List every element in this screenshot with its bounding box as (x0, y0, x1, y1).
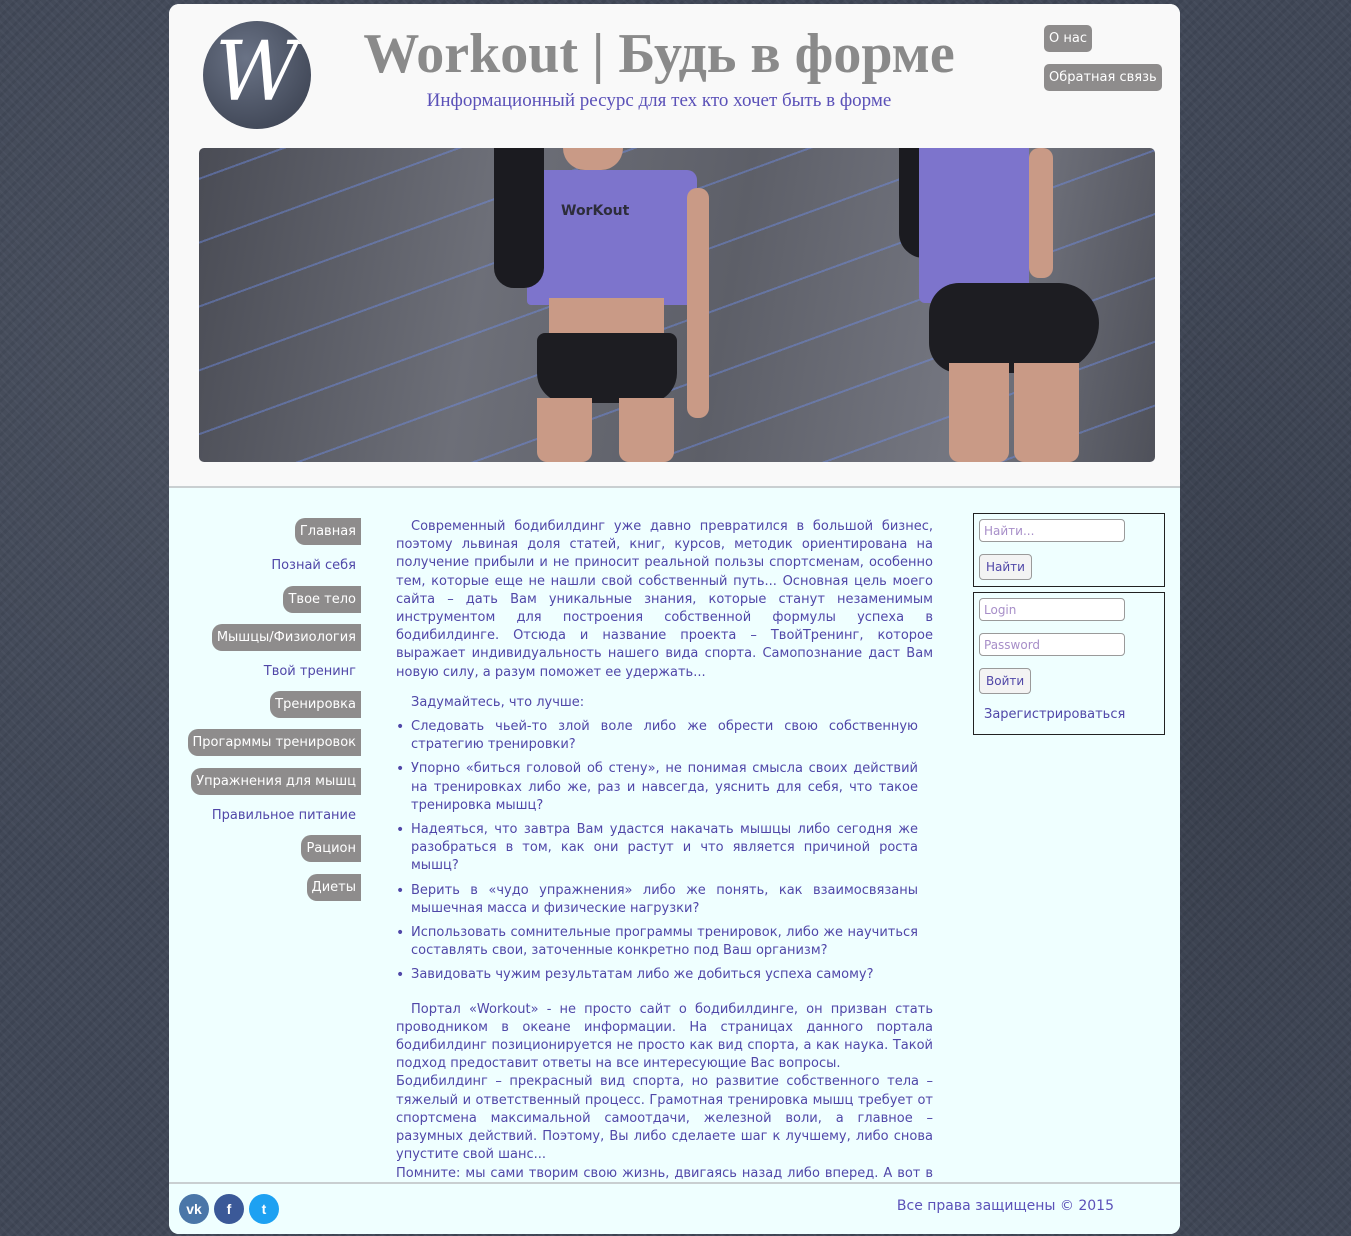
search-input[interactable]: Найти... (979, 519, 1125, 542)
nav-item-workout[interactable]: Тренировка (270, 691, 361, 718)
nav-item-your-training[interactable]: Твой тренинг (259, 658, 361, 685)
search-button[interactable]: Найти (979, 554, 1032, 580)
nav-item-exercises[interactable]: Упражнения для мышц (191, 768, 361, 795)
nav-item-muscles[interactable]: Мышцы/Физиология (211, 624, 361, 651)
vk-icon[interactable]: vk (179, 1194, 209, 1224)
banner-figure-left: WorKout (494, 148, 729, 462)
bullet-list: Следовать чьей-то злой воле либо же обре… (396, 718, 933, 985)
copyright-text: Все права защищены © 2015 (896, 1198, 1114, 1214)
list-item: Верить в «чудо упражнения» либо же понят… (396, 882, 918, 918)
login-box: Login Password Войти Зарегистрироваться (973, 592, 1165, 735)
search-box: Найти... Найти (973, 513, 1165, 587)
about-button[interactable]: О нас (1044, 25, 1092, 52)
list-item: Упорно «биться головой об стену», не пон… (396, 760, 918, 815)
nav-item-programs[interactable]: Прогарммы тренировок (187, 729, 361, 756)
outro-paragraph-1: Портал «Workout» - не просто сайт о боди… (396, 1001, 933, 1072)
header: W Workout | Будь в форме Информационный … (169, 4, 1180, 488)
main-content: Современный бодибилдинг уже давно превра… (396, 518, 933, 1201)
site-title: Workout | Будь в форме (363, 23, 955, 85)
outro-paragraph-2: Бодибилдинг – прекрасный вид спорта, но … (396, 1074, 933, 1163)
site-subtitle: Информационный ресурс для тех кто хочет … (426, 90, 892, 111)
nav-item-diets[interactable]: Диеты (306, 874, 361, 901)
register-link[interactable]: Зарегистрироваться (984, 707, 1125, 722)
question-text: Задумайтесь, что лучше: (411, 694, 585, 710)
footer: vk f t Все права защищены © 2015 (169, 1182, 1180, 1234)
list-item: Завидовать чужим результатам либо же доб… (396, 966, 918, 984)
page-container: W Workout | Будь в форме Информационный … (169, 4, 1180, 1234)
login-field[interactable]: Login (979, 598, 1125, 621)
list-item: Надеяться, что завтра Вам удастся накача… (396, 821, 918, 876)
hero-banner: WorKout (199, 148, 1155, 462)
feedback-button[interactable]: Обратная связь (1044, 64, 1162, 91)
banner-figure-right (889, 148, 1099, 462)
password-field[interactable]: Password (979, 633, 1125, 656)
nav-item-home[interactable]: Главная (294, 518, 361, 545)
nav-item-know-yourself[interactable]: Познай себя (266, 552, 361, 579)
list-item: Следовать чьей-то злой воле либо же обре… (396, 718, 918, 754)
login-button[interactable]: Войти (979, 668, 1032, 694)
facebook-icon[interactable]: f (214, 1194, 244, 1224)
site-logo[interactable]: W (203, 21, 311, 129)
nav-item-your-body[interactable]: Твое тело (283, 586, 361, 613)
list-item: Использовать сомнительные программы трен… (396, 924, 918, 960)
shirt-print: WorKout (561, 203, 630, 219)
nav-item-nutrition[interactable]: Правильное питание (207, 802, 361, 829)
twitter-icon[interactable]: t (249, 1194, 279, 1224)
intro-paragraph: Современный бодибилдинг уже давно превра… (396, 519, 933, 680)
nav-item-ration[interactable]: Рацион (301, 835, 361, 862)
logo-letter: W (214, 25, 300, 120)
